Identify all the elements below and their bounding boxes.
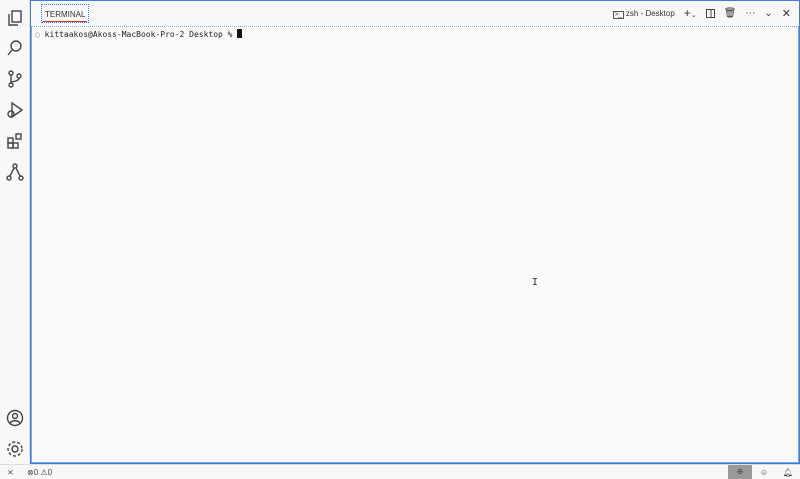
- settings-gear-icon[interactable]: [5, 439, 25, 459]
- close-icon[interactable]: ✕: [782, 7, 791, 20]
- terminal-cursor: [237, 29, 243, 38]
- prompt-circle-icon: ○: [35, 30, 40, 39]
- explorer-icon[interactable]: [5, 8, 25, 28]
- trash-icon[interactable]: 🗑: [724, 8, 737, 19]
- problems-indicator[interactable]: ⊗0 ⚠0: [27, 468, 52, 477]
- activity-bar: [0, 0, 30, 464]
- tab-terminal[interactable]: TERMINAL: [41, 4, 90, 23]
- zoom-icon[interactable]: ⊕: [728, 465, 752, 479]
- chevron-down-icon[interactable]: ⌄: [764, 8, 772, 19]
- account-icon[interactable]: [5, 408, 25, 428]
- source-control-icon[interactable]: [5, 69, 25, 89]
- mouse-ibeam-icon: I: [532, 277, 539, 288]
- copilot-icon[interactable]: ☺: [752, 468, 776, 477]
- remote-icon[interactable]: ⨯: [7, 468, 25, 477]
- search-icon[interactable]: [5, 38, 25, 58]
- new-terminal-button[interactable]: +⌄: [684, 6, 697, 20]
- terminal-prompt: kittaakos@Akoss-MacBook-Pro-2 Desktop %: [44, 30, 233, 39]
- terminal-area[interactable]: ○ kittaakos@Akoss-MacBook-Pro-2 Desktop …: [31, 26, 799, 463]
- error-icon: ⊗: [27, 467, 34, 477]
- remote-explorer-icon[interactable]: [5, 162, 25, 182]
- run-debug-icon[interactable]: [5, 100, 25, 120]
- more-actions-icon[interactable]: ⋯: [745, 8, 755, 19]
- warning-icon: ⚠: [40, 467, 48, 477]
- terminal-icon: >_: [612, 10, 624, 19]
- panel-toolbar: >_ zsh - Desktop +⌄ 🗑 ⋯ ⌄ ✕: [612, 6, 791, 20]
- extensions-icon[interactable]: [5, 131, 25, 151]
- chevron-down-icon: ⌄: [690, 12, 697, 19]
- terminal-panel: TERMINAL >_ zsh - Desktop +⌄ 🗑 ⋯ ⌄ ✕ ○ k…: [30, 0, 800, 464]
- status-bar: ⨯ ⊗0 ⚠0 ⊕ ☺ 🔔︎: [0, 464, 800, 479]
- notifications-bell-icon[interactable]: 🔔︎: [776, 468, 800, 477]
- terminal-selector[interactable]: >_ zsh - Desktop: [612, 9, 675, 19]
- split-terminal-icon[interactable]: [705, 8, 715, 18]
